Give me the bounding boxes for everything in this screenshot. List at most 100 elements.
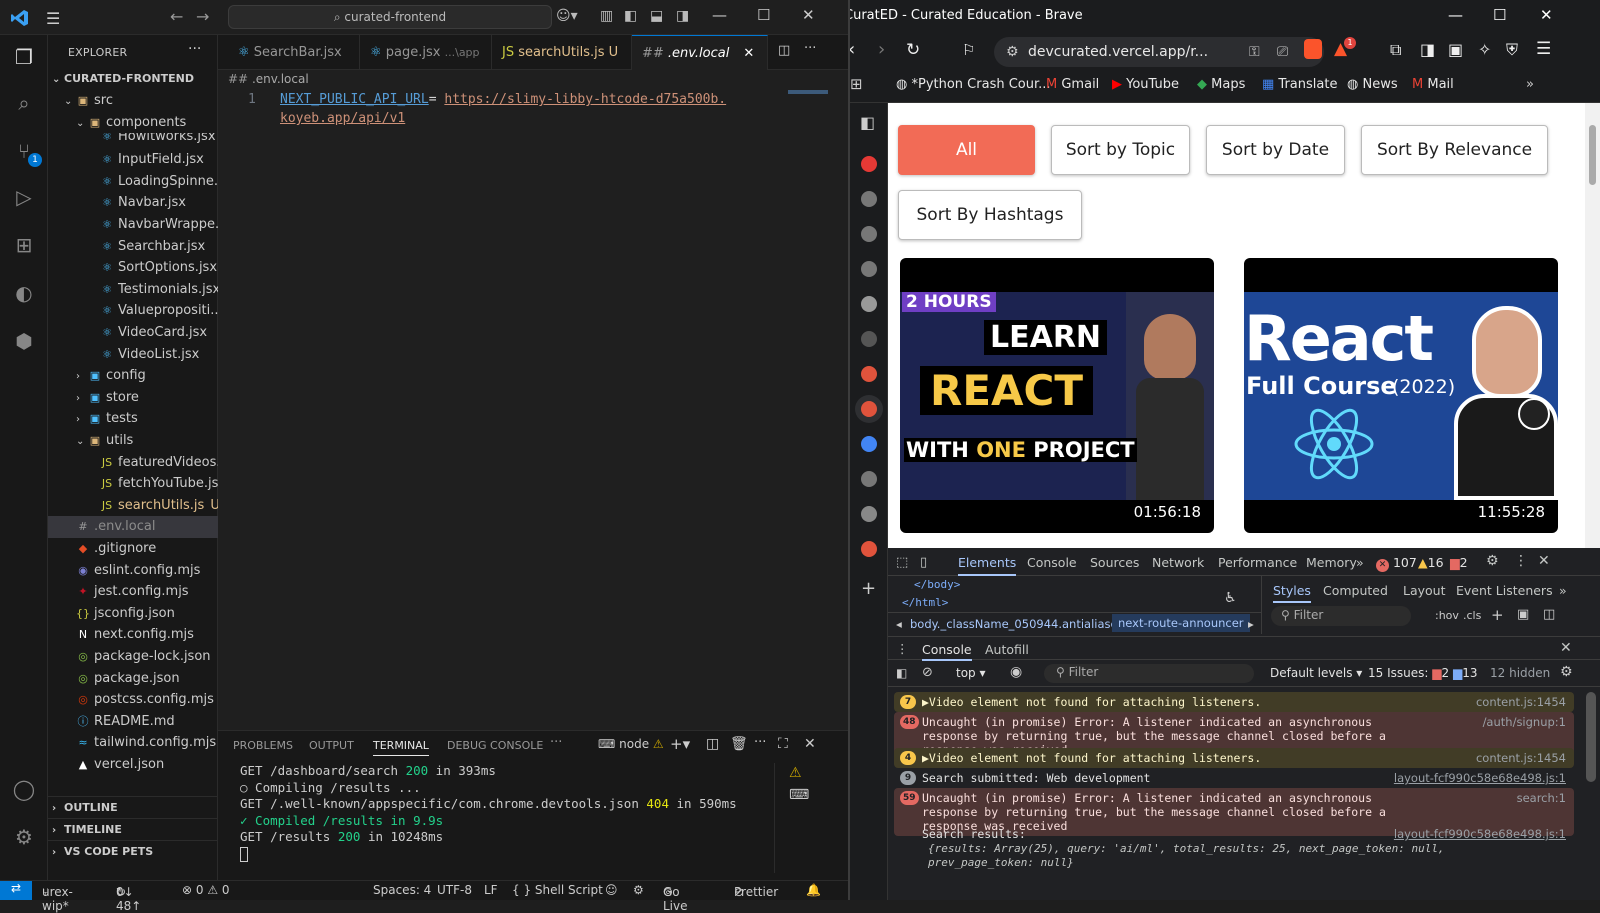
tab-problems[interactable]: PROBLEMS [233, 739, 293, 752]
bookmark-gmail[interactable]: M Gmail [1046, 77, 1099, 92]
device-toolbar-icon[interactable]: ▯ [920, 555, 927, 570]
file-item[interactable]: ◎ postcss.config.mjs [48, 689, 218, 711]
bookmark-news[interactable]: ◍ News [1347, 77, 1398, 92]
file-item[interactable]: ◎ package.json [48, 668, 218, 690]
tab-debug-console[interactable]: DEBUG CONSOLE [447, 739, 543, 752]
bookmark-maps[interactable]: ◆ Maps [1197, 77, 1245, 92]
github-icon[interactable] [861, 331, 877, 347]
file-item[interactable]: ⚛ InputField.jsx [48, 149, 218, 171]
console-settings-icon[interactable]: ⚙ [1560, 664, 1573, 680]
file-item[interactable]: ◎ package-lock.json [48, 646, 218, 668]
breadcrumb[interactable]: ## .env.local [228, 72, 309, 86]
app-icon[interactable] [861, 261, 877, 277]
account-icon[interactable]: ◯ [12, 777, 36, 801]
timeline-section[interactable]: › TIMELINE [48, 818, 218, 840]
back-icon[interactable]: ‹ [850, 39, 855, 60]
maximize-icon[interactable]: ☐ [1493, 6, 1506, 24]
info-counter[interactable]: ▆2 [1450, 555, 1468, 570]
crumb-left-icon[interactable]: ◂ [896, 617, 902, 631]
folder-item[interactable]: › ▣ store [48, 387, 218, 409]
crumb-announcer[interactable]: next-route-announcer [1112, 614, 1250, 632]
tab-elements[interactable]: Elements [958, 555, 1017, 576]
editor-more-icon[interactable]: ··· [804, 41, 816, 56]
file-item[interactable]: ≈ tailwind.config.mjs [48, 732, 218, 754]
sort-date-button[interactable]: Sort by Date [1206, 125, 1345, 175]
file-item[interactable]: ◆ .gitignore [48, 538, 218, 560]
close-tab-icon[interactable]: ✕ [743, 46, 754, 61]
app-icon[interactable] [861, 541, 877, 557]
copilot-icon[interactable]: ☺▾ [556, 8, 578, 24]
address-bar[interactable]: ⚙ devcurated.vercel.app/r... ⚿ ⎚ ⇪ [994, 37, 1324, 67]
notifications-bell-icon[interactable]: 🔔 [806, 883, 821, 897]
video-card-thumbnail[interactable]: React Full Course (2022) 11:55:28 [1244, 258, 1558, 533]
minimize-icon[interactable]: — [712, 6, 727, 24]
drawer-tab-console[interactable]: Console [922, 642, 972, 661]
problems-count[interactable]: ⊗ 0 ⚠ 0 [182, 883, 230, 897]
folder-item[interactable]: ⌄ ▣ src [48, 90, 218, 112]
file-item[interactable]: ⚛ Navbar.jsx [48, 192, 218, 214]
tab-searchbar[interactable]: ⚛ SearchBar.jsx [228, 35, 360, 70]
terminal-icon[interactable]: ⌨ [789, 787, 809, 803]
console-message[interactable]: 9 Search submitted: Web development layout… [894, 768, 1574, 788]
outline-section[interactable]: › OUTLINE [48, 796, 218, 818]
close-window-icon[interactable]: ✕ [802, 6, 815, 24]
bookmark-translate[interactable]: ▦ Translate [1262, 77, 1337, 92]
extension-status-icon[interactable]: ⚙ [633, 883, 644, 897]
toggle-sidebar-icon[interactable]: ◫ [1543, 607, 1555, 622]
terminal-shell[interactable]: ⌨ node ⚠ [598, 737, 664, 751]
tab-terminal[interactable]: TERMINAL [373, 739, 429, 756]
youtube-app-icon[interactable] [861, 156, 877, 172]
bookmark-youtube[interactable]: ▶ YouTube [1112, 77, 1179, 92]
minimap[interactable] [788, 90, 828, 94]
console-scrollbar[interactable] [1586, 692, 1596, 782]
source-link[interactable]: search:1 [1517, 791, 1566, 805]
containers-icon[interactable]: ⬢ [12, 329, 36, 353]
file-item[interactable]: ⚛ Valuepropositi... [48, 300, 218, 322]
file-item[interactable]: ⓘ README.md [48, 711, 218, 733]
file-item[interactable]: ⚛ Testimonials.jsx [48, 279, 218, 301]
toggle-sidebar-icon[interactable]: ◧ [624, 8, 637, 24]
new-terminal-icon[interactable]: +▾ [670, 735, 690, 753]
issues-counter[interactable]: 15 Issues: ▆2 ▆13 [1368, 666, 1477, 680]
add-icon[interactable]: + [861, 578, 876, 599]
wallet-icon[interactable]: ▣ [1448, 40, 1463, 59]
search-view-icon[interactable]: ⌕ [12, 91, 36, 115]
remote-indicator-icon[interactable]: ⇄ [0, 881, 32, 900]
tab-output[interactable]: OUTPUT [309, 739, 354, 752]
indent-setting[interactable]: Spaces: 4 [373, 883, 431, 897]
app-icon[interactable] [861, 226, 877, 242]
live-expression-icon[interactable]: ◉ [1010, 664, 1022, 680]
eol[interactable]: LF [484, 883, 498, 897]
chatgpt-icon[interactable] [861, 191, 877, 207]
console-sidebar-icon[interactable]: ◧ [896, 666, 907, 680]
devtools-settings-icon[interactable]: ⚙ [1486, 553, 1499, 569]
language-mode[interactable]: { } Shell Script [512, 883, 603, 897]
source-link[interactable]: /auth/signup:1 [1483, 715, 1566, 729]
sort-relevance-button[interactable]: Sort By Relevance [1361, 125, 1548, 175]
file-item[interactable]: JS fetchYouTube.js [48, 473, 218, 495]
file-item[interactable]: ⚛ NavbarWrappe... [48, 214, 218, 236]
remote-icon[interactable]: ◐ [12, 281, 36, 305]
file-item[interactable]: ⚛ SortOptions.jsx [48, 257, 218, 279]
folder-item[interactable]: › ▣ tests [48, 408, 218, 430]
file-item[interactable]: JS searchUtils.js U [48, 495, 218, 517]
close-window-icon[interactable]: ✕ [1540, 6, 1553, 24]
menu-icon[interactable]: ☰ [46, 9, 60, 28]
split-editor-icon[interactable]: ◫ [778, 43, 790, 58]
more-style-tabs-icon[interactable]: » [1559, 583, 1567, 598]
inspect-element-icon[interactable]: ⬚ [896, 555, 908, 570]
console-message[interactable]: Search results: layout-fcf990c58e68e498.j… [894, 824, 1574, 844]
file-item[interactable]: ✦ jest.config.mjs [48, 581, 218, 603]
back-arrow-icon[interactable]: ← [170, 7, 183, 26]
forward-arrow-icon[interactable]: → [196, 7, 209, 26]
cls-toggle[interactable]: .cls [1463, 609, 1481, 622]
github-icon[interactable] [861, 296, 877, 312]
source-link[interactable]: content.js:1454 [1476, 695, 1566, 709]
hov-toggle[interactable]: :hov [1435, 609, 1459, 622]
tab-searchutils[interactable]: JS searchUtils.js U [492, 35, 632, 70]
leo-ai-icon[interactable]: ✧ [1478, 40, 1491, 59]
kill-terminal-icon[interactable]: 🗑 [730, 736, 748, 752]
console-message[interactable]: 4 ▶Video element not found for attaching … [894, 748, 1574, 768]
floating-avatar[interactable] [1518, 398, 1550, 430]
console-messages[interactable]: 7 ▶Video element not found for attaching … [888, 688, 1588, 900]
